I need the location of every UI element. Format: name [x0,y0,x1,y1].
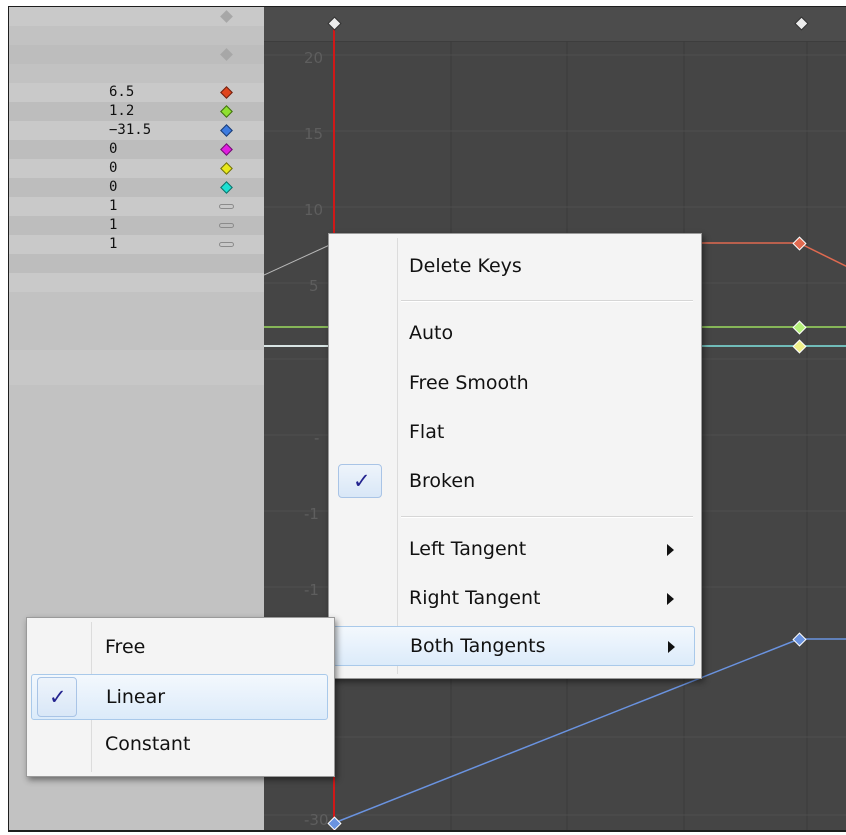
y-axis-label: 20 [304,49,323,67]
y-axis-label: - [314,429,319,447]
property-value: 1 [109,198,118,214]
keyframe-diamond-icon[interactable] [220,181,233,194]
menu-item-label: Delete Keys [409,255,522,277]
keyframe-diamond-icon[interactable] [220,162,233,175]
menu-item-label: Linear [106,686,166,708]
submenu-arrow-icon [667,593,674,605]
menu-item-constant[interactable]: Constant [31,725,328,765]
property-row[interactable] [9,254,264,273]
keyframe-point [327,816,342,830]
y-axis-label: -30 [304,811,329,829]
y-axis-label: 5 [309,277,319,295]
property-value: 0 [109,179,118,195]
property-row[interactable]: 1.2 [9,102,264,121]
property-value: 0 [109,141,118,157]
menu-separator [401,300,693,302]
menu-item-label: Free Smooth [409,372,529,394]
property-row[interactable]: 0 [9,140,264,159]
menu-item-delete-keys[interactable]: Delete Keys [333,247,695,287]
menu-item-left-tangent[interactable]: Left Tangent [333,530,695,570]
property-row[interactable]: −31.5 [9,121,264,140]
menu-item-label: Right Tangent [409,587,541,609]
submenu-arrow-icon [668,641,675,653]
menu-item-label: Auto [409,322,454,344]
menu-item-label: Left Tangent [409,538,527,560]
timeline-key-icon [327,16,342,31]
property-row[interactable] [9,7,264,26]
property-value: −31.5 [109,122,152,138]
y-axis-label: 10 [304,201,323,219]
keyframe-point [792,236,807,251]
menu-item-both-tangents[interactable]: Both Tangents [333,626,695,666]
keyframe-point [792,339,807,354]
property-value: 1.2 [109,103,135,119]
check-indicator: ✓ [338,464,382,498]
checkmark-icon: ✓ [353,469,371,493]
menu-item-linear[interactable]: ✓ Linear [31,674,328,720]
menu-item-flat[interactable]: Flat [333,413,695,453]
both-tangents-submenu: Free ✓ Linear Constant [26,617,335,777]
menu-item-free[interactable]: Free [31,628,328,668]
menu-item-right-tangent[interactable]: Right Tangent [333,579,695,619]
property-value: 0 [109,160,118,176]
property-row[interactable]: 1 [9,235,264,254]
property-row[interactable]: 1 [9,216,264,235]
curve-segment [264,242,335,276]
check-indicator: ✓ [37,677,77,717]
keyframe-diamond-icon[interactable] [220,48,233,61]
menu-separator [401,516,693,518]
menu-item-broken[interactable]: ✓ Broken [333,462,695,502]
menu-item-label: Constant [105,733,191,755]
property-footer-band [9,350,264,385]
submenu-arrow-icon [667,544,674,556]
keyframe-diamond-icon[interactable] [220,10,233,23]
y-axis-label: -1 [304,505,319,523]
keyframe-point [792,632,807,647]
property-value: 6.5 [109,84,135,100]
property-value: 1 [109,236,118,252]
property-row[interactable] [9,45,264,64]
timeline-key-icon [794,16,809,31]
property-row[interactable]: 0 [9,178,264,197]
property-row[interactable]: 1 [9,197,264,216]
no-key-dash-icon [219,242,234,247]
keyframe-diamond-icon[interactable] [220,105,233,118]
checkmark-icon: ✓ [49,685,67,709]
keyframe-diamond-icon[interactable] [220,143,233,156]
y-axis-label: -1 [304,581,319,599]
menu-item-label: Broken [409,470,476,492]
menu-item-free-smooth[interactable]: Free Smooth [333,364,695,404]
property-row[interactable]: 0 [9,159,264,178]
keyframe-context-menu: Delete Keys Auto Free Smooth Flat ✓ Brok… [328,233,702,679]
keyframe-diamond-icon[interactable] [220,124,233,137]
no-key-dash-icon [219,223,234,228]
no-key-dash-icon [219,204,234,209]
y-axis-label: 15 [304,125,323,143]
keyframe-point [792,320,807,335]
property-row[interactable]: 6.5 [9,83,264,102]
property-value: 1 [109,217,118,233]
menu-item-auto[interactable]: Auto [333,314,695,354]
property-row[interactable] [9,273,264,292]
keyframe-diamond-icon[interactable] [220,86,233,99]
menu-item-label: Free [105,636,146,658]
menu-item-label: Both Tangents [410,635,546,657]
menu-item-label: Flat [409,421,445,443]
